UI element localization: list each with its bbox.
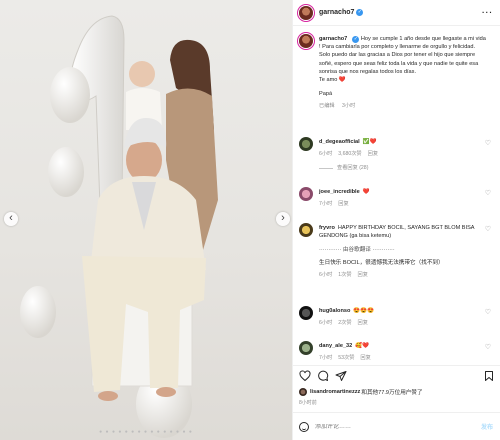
comment-emoji: 😍😍😍 <box>353 308 375 314</box>
caption-line: sonrisa que nos regalas todos los días. <box>319 68 417 75</box>
post-date: 8小时前 <box>299 400 317 406</box>
edited-label: 已编辑 <box>319 103 335 110</box>
caption-username[interactable]: garnacho7 <box>319 36 347 42</box>
comment-likes[interactable]: 53次赞 <box>338 355 354 361</box>
more-options-icon[interactable]: ··· <box>482 8 493 17</box>
caption-time: 3小时 <box>342 103 356 110</box>
avatar[interactable] <box>299 187 313 201</box>
caption-meta: 已编辑 3小时 <box>319 102 487 110</box>
reply-button[interactable]: 回复 <box>368 151 378 157</box>
caption-line: Hoy se cumple 1 año desde que llegaste a… <box>360 36 486 42</box>
comment-icon[interactable] <box>317 370 329 382</box>
comment-likes[interactable]: 2次赞 <box>338 320 351 326</box>
photo-illustration <box>20 15 218 438</box>
caption-line: ! Para cambiarla por completo y llenarme… <box>319 44 476 51</box>
emoji-icon[interactable] <box>299 421 309 432</box>
likes-summary[interactable]: lisandromartinezzz 和其他77.9万位用户赞了 <box>299 388 423 396</box>
like-comment-icon[interactable]: ♡ <box>485 189 491 197</box>
post-comment-button[interactable]: 发布 <box>481 422 493 431</box>
caption-line: soñé, espero que seas feliz toda la vida… <box>319 60 479 67</box>
comment-username[interactable]: d_degeaofficial <box>319 139 360 145</box>
comment-emoji: ✅❤️ <box>362 139 377 145</box>
translation-label: ············ 由谷歌翻译 ············ <box>319 247 395 254</box>
comment-time: 6小时 <box>319 271 333 278</box>
avatar[interactable] <box>299 341 313 355</box>
comment-time: 7小时 <box>319 201 333 208</box>
man-foot <box>98 391 118 401</box>
avatar[interactable] <box>299 5 313 20</box>
comment-time: 7小时 <box>319 355 333 362</box>
save-bookmark-icon[interactable] <box>483 370 495 382</box>
post-photo[interactable]: ‹ › ● ● ● ● ● ● ● ● ● ● ● ● ● ● ● <box>0 0 292 440</box>
comments-scroll-area[interactable]: garnacho7 ✓ Hoy se cumple 1 año desde que… <box>293 27 500 363</box>
liker-username[interactable]: lisandromartinezzz <box>310 389 360 395</box>
avatar[interactable] <box>299 306 313 320</box>
like-comment-icon[interactable]: ♡ <box>485 225 491 233</box>
reply-button[interactable]: 回复 <box>358 320 368 326</box>
comment-composer: 发布 <box>293 412 500 440</box>
caption-line: Solo puedo dar las gracias a Dios por te… <box>319 52 476 59</box>
comment-emoji: ❤️ <box>362 189 370 195</box>
man-foot <box>156 387 176 397</box>
previous-photo-button[interactable]: ‹ <box>4 212 18 226</box>
verified-badge-icon: ✓ <box>356 9 364 16</box>
comment-likes[interactable]: 1次赞 <box>338 272 351 278</box>
comment-text: HAPPY BIRTHDAY BOCIL, SAYANG BGT BLOM BI… <box>319 225 475 240</box>
view-replies-button[interactable]: 查看回复 (28) <box>319 164 487 172</box>
reply-button[interactable]: 回复 <box>360 355 370 361</box>
avatar[interactable] <box>299 34 313 48</box>
comment-username[interactable]: dany_ale_32 <box>319 343 352 349</box>
balloon <box>48 147 84 197</box>
like-icon[interactable] <box>299 370 311 382</box>
caption-signature: Papá <box>319 91 333 98</box>
avatar[interactable] <box>299 137 313 151</box>
post-actions: lisandromartinezzz 和其他77.9万位用户赞了 8小时前 <box>293 365 500 407</box>
comment-time: 6小时 <box>319 320 333 327</box>
next-photo-button[interactable]: › <box>276 212 290 226</box>
comment-username[interactable]: joee_incredible <box>319 189 360 195</box>
post-header: garnacho7 ✓ ··· <box>293 0 500 26</box>
like-comment-icon[interactable]: ♡ <box>485 343 491 351</box>
balloon <box>20 286 56 338</box>
reply-button[interactable]: 回复 <box>338 201 348 207</box>
avatar[interactable] <box>299 223 313 237</box>
comment-time: 6小时 <box>319 151 333 158</box>
like-comment-icon[interactable]: ♡ <box>485 139 491 147</box>
carousel-pager: ● ● ● ● ● ● ● ● ● ● ● ● ● ● ● <box>99 429 193 435</box>
baby-head <box>129 61 155 87</box>
comment-likes[interactable]: 3,680次赞 <box>338 151 361 157</box>
translated-text: 生日快乐 BOCIL，很遗憾我无法携带它（找不到） <box>319 259 444 266</box>
comment-username[interactable]: hug0alonso <box>319 308 350 314</box>
reply-button[interactable]: 回复 <box>358 272 368 278</box>
verified-badge-icon: ✓ <box>352 36 360 43</box>
likes-count-text: 和其他77.9万位用户赞了 <box>361 390 423 396</box>
comment-emoji: 🥰❤️ <box>355 343 370 349</box>
comment-input[interactable] <box>315 423 465 430</box>
caption-line: Te amo ❤️ <box>319 77 346 84</box>
comment-username[interactable]: fryvro <box>319 225 335 231</box>
avatar <box>299 388 307 396</box>
share-icon[interactable] <box>335 370 347 382</box>
like-comment-icon[interactable]: ♡ <box>485 308 491 316</box>
balloon <box>50 67 90 123</box>
post-detail-panel: garnacho7 ✓ ··· garnacho7 ✓ Hoy se cumple… <box>292 0 500 440</box>
author-username[interactable]: garnacho7 <box>319 9 354 16</box>
